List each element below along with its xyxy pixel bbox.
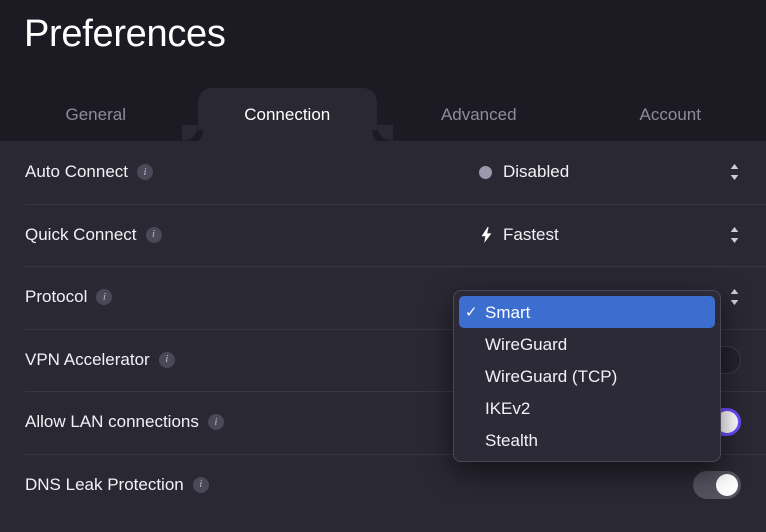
tab-bar: General Connection Advanced Account: [0, 88, 766, 141]
setting-label: DNS Leak Protection: [25, 474, 184, 494]
toggle-knob: [716, 473, 738, 496]
tab-label: Account: [639, 104, 701, 124]
dropdown-option-wireguard[interactable]: ✓ WireGuard: [459, 328, 715, 360]
setting-control: Fastest: [479, 223, 741, 247]
tab-advanced[interactable]: Advanced: [383, 88, 575, 141]
dropdown-option-label: WireGuard: [485, 334, 568, 354]
setting-label-group: DNS Leak Protection i: [25, 475, 209, 495]
lightning-bolt-icon: [479, 226, 493, 243]
tab-label: General: [65, 104, 126, 124]
setting-label-group: Quick Connect i: [25, 225, 162, 245]
setting-control: [693, 470, 741, 499]
info-icon[interactable]: i: [145, 226, 162, 243]
preferences-window: Preferences General Connection Advanced …: [0, 0, 766, 532]
up-down-chevron-icon[interactable]: [727, 160, 741, 184]
setting-label: Quick Connect: [25, 224, 137, 244]
checkmark-icon-placeholder: ✓: [465, 335, 485, 353]
auto-connect-select[interactable]: Disabled: [479, 160, 741, 184]
checkmark-icon-placeholder: ✓: [465, 431, 485, 449]
select-value-group: Fastest: [479, 225, 559, 245]
setting-label: VPN Accelerator: [25, 349, 150, 369]
tab-label: Connection: [244, 104, 331, 124]
setting-label-group: Protocol i: [25, 287, 113, 307]
info-icon[interactable]: i: [207, 414, 224, 431]
tab-connection[interactable]: Connection: [181, 88, 393, 141]
tab-account[interactable]: Account: [575, 88, 766, 141]
setting-label-group: Auto Connect i: [25, 162, 154, 182]
dropdown-option-label: IKEv2: [485, 398, 531, 418]
info-icon[interactable]: i: [192, 476, 209, 493]
tab-general[interactable]: General: [0, 88, 192, 141]
page-title: Preferences: [24, 13, 226, 55]
info-icon[interactable]: i: [137, 164, 154, 181]
dropdown-option-ikev2[interactable]: ✓ IKEv2: [459, 392, 715, 424]
setting-row-auto-connect: Auto Connect i Disabled: [0, 141, 766, 204]
setting-row-dns-leak-protection: DNS Leak Protection i: [0, 453, 766, 517]
window-header: Preferences General Connection Advanced …: [0, 0, 766, 141]
info-icon[interactable]: i: [158, 351, 175, 368]
dropdown-option-label: WireGuard (TCP): [485, 366, 618, 386]
up-down-chevron-icon[interactable]: [727, 285, 741, 309]
setting-control: Disabled: [479, 160, 741, 184]
select-value: Fastest: [503, 224, 559, 244]
checkmark-icon-placeholder: ✓: [465, 367, 485, 385]
info-icon[interactable]: i: [96, 289, 113, 306]
setting-label: Allow LAN connections: [25, 412, 199, 432]
checkmark-icon: ✓: [465, 304, 478, 321]
select-value: Disabled: [503, 162, 570, 182]
setting-row-quick-connect: Quick Connect i Fastest: [0, 203, 766, 267]
select-value-group: Disabled: [479, 162, 569, 182]
gray-circle-icon: [479, 165, 492, 179]
dropdown-option-stealth[interactable]: ✓ Stealth: [459, 424, 715, 456]
checkmark-icon-placeholder: ✓: [465, 399, 485, 417]
dropdown-option-wireguard-tcp[interactable]: ✓ WireGuard (TCP): [459, 360, 715, 392]
setting-label: Auto Connect: [25, 162, 129, 182]
setting-label: Protocol: [25, 287, 88, 307]
setting-label-group: VPN Accelerator i: [25, 350, 175, 370]
dropdown-option-label: Smart: [485, 302, 531, 322]
dropdown-option-smart[interactable]: ✓ Smart: [459, 296, 715, 328]
up-down-chevron-icon[interactable]: [727, 223, 741, 247]
protocol-dropdown-menu: ✓ Smart ✓ WireGuard ✓ WireGuard (TCP) ✓ …: [453, 290, 721, 462]
setting-label-group: Allow LAN connections i: [25, 412, 224, 432]
tab-corner-left: [181, 125, 198, 141]
tab-label: Advanced: [440, 104, 517, 124]
dns-leak-protection-toggle[interactable]: [693, 470, 741, 499]
dropdown-option-label: Stealth: [485, 430, 538, 450]
quick-connect-select[interactable]: Fastest: [479, 223, 741, 247]
